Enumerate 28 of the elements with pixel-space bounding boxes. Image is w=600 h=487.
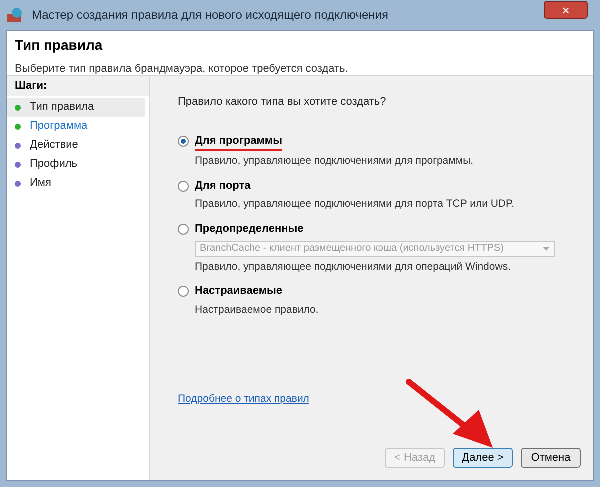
option-description: Правило, управляющее подключениями для порта TCP или UDP. <box>195 197 516 212</box>
step-item[interactable]: Тип правила <box>7 98 145 117</box>
option-label: Для порта <box>195 178 251 194</box>
dropdown-caret-icon <box>543 246 550 250</box>
radio-button[interactable] <box>178 286 189 297</box>
rule-types-link[interactable]: Подробнее о типах правил <box>178 392 581 408</box>
page-subtitle: Выберите тип правила брандмауэра, которое требуется создать. <box>15 62 350 77</box>
option-label: Предопределенные <box>195 222 304 237</box>
option-description: Правило, управляющее подключениями для операций Windows. <box>195 260 512 274</box>
option-description: Правило, управляющее подключениями для программы. <box>195 154 475 169</box>
question-text: Правило какого типа вы хотите создать? <box>178 95 388 110</box>
step-item[interactable]: Профиль <box>7 155 145 174</box>
option-description: Настраиваемое правило. <box>195 302 320 318</box>
wizard-button[interactable]: Отмена <box>521 448 581 468</box>
radio-button[interactable] <box>178 136 189 148</box>
option-label: Для программы <box>195 132 282 151</box>
page-title: Тип правила <box>15 36 104 55</box>
step-item[interactable]: Действие <box>7 136 145 155</box>
close-button[interactable]: × <box>544 1 588 19</box>
step-item[interactable]: Программа <box>7 117 145 136</box>
radio-button[interactable] <box>178 180 189 192</box>
radio-button[interactable] <box>178 224 189 235</box>
firewall-icon <box>6 7 24 23</box>
wizard-button[interactable]: Далее > <box>453 448 513 468</box>
option-label: Настраиваемые <box>195 284 283 300</box>
window-title: Мастер создания правила для нового исходящего подключения <box>32 7 390 24</box>
steps-heading: Шаги: <box>15 78 48 94</box>
step-item[interactable]: Имя <box>7 174 145 193</box>
